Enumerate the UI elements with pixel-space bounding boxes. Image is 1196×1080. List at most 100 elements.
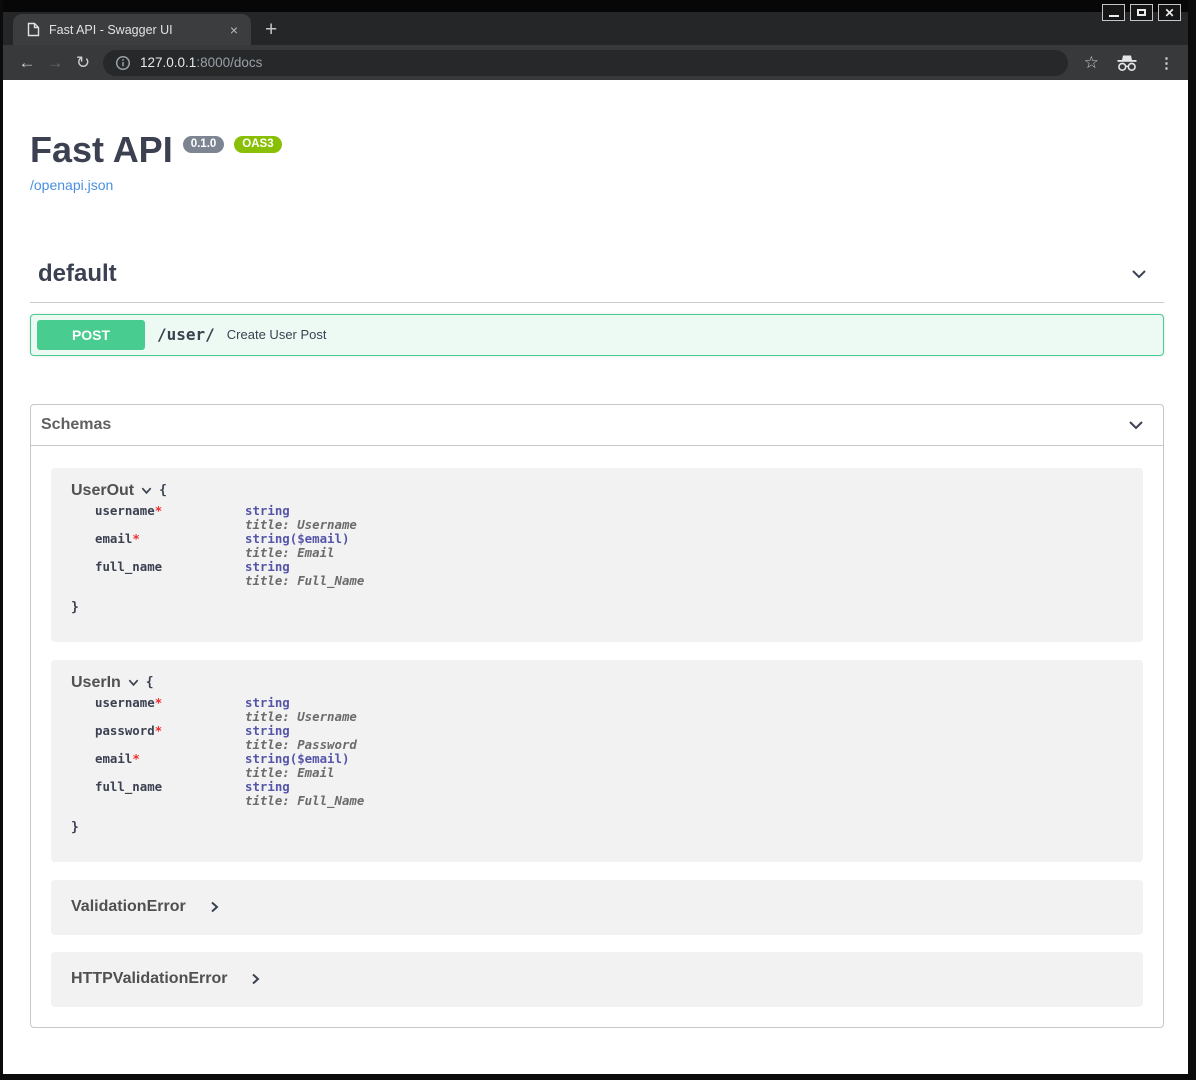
chevron-down-icon[interactable] — [127, 676, 140, 689]
model-userin: UserIn { username* stringtitle: Username — [51, 660, 1143, 862]
bookmark-star-icon[interactable]: ☆ — [1084, 53, 1099, 73]
opblock-post-user[interactable]: POST /user/ Create User Post — [30, 314, 1164, 356]
endpoint-path: /user/ — [157, 325, 215, 344]
property-title: title: Username — [245, 709, 357, 724]
page-icon — [27, 22, 40, 37]
window-controls: ✕ — [1102, 4, 1181, 21]
model-name: UserOut — [71, 482, 134, 500]
property-type: string — [245, 503, 290, 518]
close-button[interactable]: ✕ — [1158, 4, 1181, 21]
reload-button[interactable]: ↻ — [69, 49, 97, 77]
tab-close-icon[interactable]: × — [227, 22, 241, 38]
address-bar[interactable]: 127.0.0.1:8000/docs — [103, 50, 1068, 76]
chevron-down-icon[interactable] — [140, 484, 153, 497]
openapi-spec-link[interactable]: /openapi.json — [30, 177, 113, 193]
chevron-down-icon[interactable] — [1125, 414, 1147, 436]
close-icon: ✕ — [1164, 7, 1174, 19]
forward-button[interactable]: → — [41, 49, 69, 77]
tab-title: Fast API - Swagger UI — [49, 23, 218, 37]
required-star: * — [155, 503, 162, 518]
url-path: :8000/docs — [196, 55, 262, 70]
property-title: title: Username — [245, 517, 357, 532]
required-star: * — [155, 723, 162, 738]
property-title: title: Email — [245, 545, 335, 560]
model-userout-toggle[interactable]: UserOut { — [71, 482, 1123, 500]
required-star: * — [155, 695, 162, 710]
property-type: string($email) — [245, 751, 349, 766]
minimize-icon — [1109, 15, 1119, 17]
chevron-down-icon[interactable] — [1128, 263, 1150, 285]
close-brace: } — [71, 821, 1123, 835]
tag-name: default — [38, 260, 117, 288]
open-brace: { — [146, 675, 154, 690]
property-title: title: Full_Name — [245, 793, 364, 808]
property-row: email* string($email)title: Email — [71, 532, 1123, 560]
property-row: email* string($email)title: Email — [71, 752, 1123, 780]
tab-strip: Fast API - Swagger UI × + — [3, 12, 1188, 45]
close-brace: } — [71, 601, 1123, 615]
page-title: Fast API — [30, 130, 173, 170]
required-star: * — [132, 531, 139, 546]
endpoint-summary: Create User Post — [227, 327, 327, 342]
property-name: email — [95, 531, 132, 546]
open-brace: { — [159, 483, 167, 498]
property-title: title: Password — [245, 737, 357, 752]
schemas-title: Schemas — [41, 416, 111, 434]
model-name: ValidationError — [71, 898, 186, 916]
property-type: string — [245, 695, 290, 710]
browser-tab[interactable]: Fast API - Swagger UI × — [13, 14, 251, 45]
model-properties: username* stringtitle: Username email* s… — [71, 504, 1123, 615]
model-httpvalidationerror[interactable]: HTTPValidationError — [51, 952, 1143, 1007]
url-host: 127.0.0.1 — [140, 55, 196, 70]
model-userin-toggle[interactable]: UserIn { — [71, 674, 1123, 692]
property-name: email — [95, 751, 132, 766]
model-name: UserIn — [71, 674, 121, 692]
model-userout: UserOut { username* stringtitle: Usernam… — [51, 468, 1143, 642]
property-name: full_name — [95, 779, 162, 794]
property-type: string($email) — [245, 531, 349, 546]
incognito-icon — [1115, 54, 1139, 72]
browser-toolbar: ← → ↻ 127.0.0.1:8000/docs ☆ — [3, 45, 1188, 80]
property-name: password — [95, 723, 155, 738]
oas3-badge: OAS3 — [234, 136, 281, 153]
property-row: password* stringtitle: Password — [71, 724, 1123, 752]
browser-window: ✕ Fast API - Swagger UI × + ← → ↻ — [3, 0, 1188, 1074]
maximize-button[interactable] — [1130, 4, 1153, 21]
schemas-header[interactable]: Schemas — [31, 405, 1163, 446]
property-name: full_name — [95, 559, 162, 574]
tag-section-default: default POST /user/ Create User Post — [30, 252, 1164, 356]
property-name: username — [95, 695, 155, 710]
menu-kebab-icon[interactable]: ⋮ — [1159, 54, 1174, 72]
url-text: 127.0.0.1:8000/docs — [140, 55, 262, 70]
model-name: HTTPValidationError — [71, 970, 227, 988]
tag-header[interactable]: default — [30, 252, 1164, 303]
model-validationerror[interactable]: ValidationError — [51, 880, 1143, 935]
maximize-icon — [1137, 9, 1146, 16]
chevron-right-icon[interactable] — [249, 972, 262, 986]
property-row: username* stringtitle: Username — [71, 504, 1123, 532]
api-info: Fast API 0.1.0 OAS3 /openapi.json — [30, 130, 1164, 195]
site-info-icon[interactable] — [115, 55, 131, 71]
post-method-button[interactable]: POST — [37, 320, 145, 350]
property-type: string — [245, 723, 290, 738]
property-title: title: Full_Name — [245, 573, 364, 588]
required-star: * — [132, 751, 139, 766]
page-content: Fast API 0.1.0 OAS3 /openapi.json defaul… — [3, 80, 1188, 1074]
new-tab-button[interactable]: + — [265, 19, 277, 40]
property-row: full_name stringtitle: Full_Name — [71, 560, 1123, 588]
chevron-right-icon[interactable] — [208, 900, 221, 914]
schemas-body: UserOut { username* stringtitle: Usernam… — [31, 446, 1163, 1027]
property-type: string — [245, 779, 290, 794]
window-frame: ✕ Fast API - Swagger UI × + ← → ↻ — [0, 0, 1196, 1080]
minimize-button[interactable] — [1102, 4, 1125, 21]
model-properties: username* stringtitle: Username password… — [71, 696, 1123, 835]
window-titlebar — [3, 0, 1188, 12]
property-row: username* stringtitle: Username — [71, 696, 1123, 724]
property-name: username — [95, 503, 155, 518]
version-badge: 0.1.0 — [183, 136, 225, 153]
back-button[interactable]: ← — [13, 49, 41, 77]
property-title: title: Email — [245, 765, 335, 780]
schemas-section: Schemas UserOut — [30, 404, 1164, 1028]
property-type: string — [245, 559, 290, 574]
property-row: full_name stringtitle: Full_Name — [71, 780, 1123, 808]
